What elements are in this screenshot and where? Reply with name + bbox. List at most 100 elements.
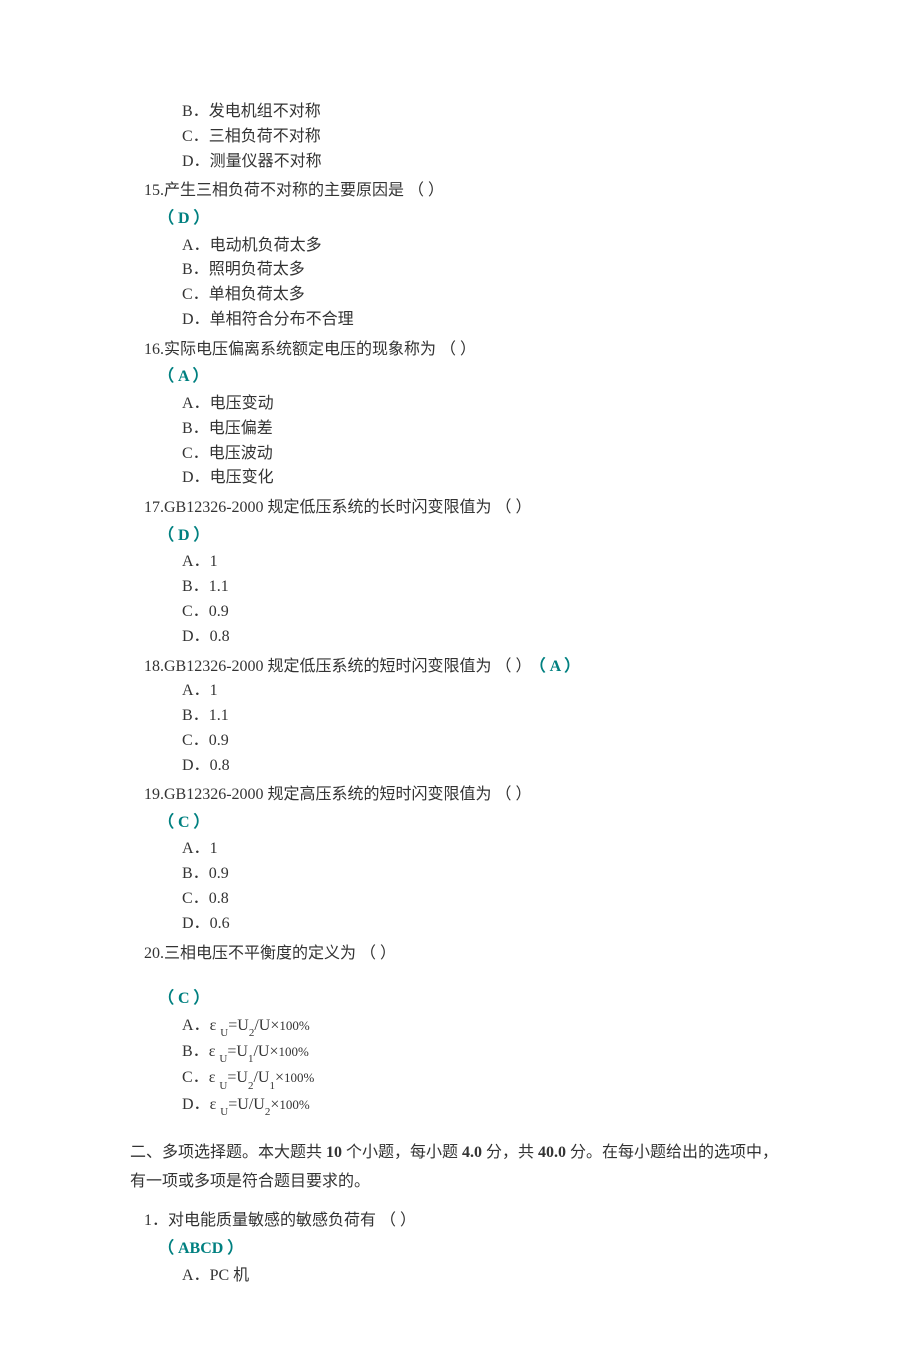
- question-number: 20.: [144, 945, 164, 962]
- option-text: ε U=U/U2×100%: [210, 1096, 310, 1113]
- options-list: A．ε U=U2/U×100% B．ε U=U1/U×100% C．ε U=U2…: [130, 1014, 790, 1119]
- section-pts: 4.0: [462, 1144, 482, 1161]
- question-stem-line: 17.GB12326-2000 规定低压系统的长时闪变限值为 （ ）: [130, 495, 790, 521]
- option-b: B．发电机组不对称: [182, 100, 790, 125]
- answer-line: （ D ）: [130, 523, 790, 549]
- option-c: C．电压波动: [182, 442, 790, 467]
- option-text: PC 机: [210, 1267, 250, 1284]
- option-text: 1: [210, 553, 218, 570]
- option-label: C．: [182, 445, 209, 462]
- option-d: D．电压变化: [182, 466, 790, 491]
- option-label: B．: [182, 1043, 209, 1060]
- option-label: D．: [182, 757, 210, 774]
- multi-question-1: 1．对电能质量敏感的敏感负荷有 （ ） （ ABCD ） A．PC 机: [130, 1208, 790, 1288]
- option-c: C．三相负荷不对称: [182, 125, 790, 150]
- option-label: B．: [182, 103, 209, 120]
- question-stem: 实际电压偏离系统额定电压的现象称为 （ ）: [164, 341, 476, 358]
- question-14-partial: B．发电机组不对称 C．三相负荷不对称 D．测量仪器不对称: [130, 100, 790, 174]
- options-list: A．PC 机: [130, 1264, 790, 1289]
- option-text: 电压变化: [210, 469, 274, 486]
- option-d: D．0.8: [182, 625, 790, 650]
- answer-text: （ ABCD ）: [158, 1240, 243, 1257]
- question-stem-line: 15.产生三相负荷不对称的主要原因是 （ ）: [130, 178, 790, 204]
- question-stem-line: 20.三相电压不平衡度的定义为 （ ）: [130, 941, 790, 967]
- option-label: C．: [182, 890, 209, 907]
- question-number: 17.: [144, 499, 164, 516]
- question-15: 15.产生三相负荷不对称的主要原因是 （ ） （ D ） A．电动机负荷太多 B…: [130, 178, 790, 332]
- option-label: B．: [182, 578, 209, 595]
- option-b: B．ε U=U1/U×100%: [182, 1040, 790, 1066]
- option-label: D．: [182, 153, 210, 170]
- option-a: A．电动机负荷太多: [182, 234, 790, 259]
- answer-line: （ D ）: [130, 206, 790, 232]
- option-text: 0.9: [209, 732, 229, 749]
- option-c: C．0.9: [182, 729, 790, 754]
- options-list: A．1 B．1.1 C．0.9 D．0.8: [130, 679, 790, 778]
- option-text: ε U=U1/U×100%: [209, 1043, 309, 1060]
- options-list: A．电压变动 B．电压偏差 C．电压波动 D．电压变化: [130, 392, 790, 491]
- option-d: D．0.6: [182, 912, 790, 937]
- answer-text: （ C ）: [158, 990, 210, 1007]
- option-label: A．: [182, 237, 210, 254]
- option-label: B．: [182, 261, 209, 278]
- question-16: 16.实际电压偏离系统额定电压的现象称为 （ ） （ A ） A．电压变动 B．…: [130, 337, 790, 491]
- option-text: 发电机组不对称: [209, 103, 321, 120]
- option-text: 测量仪器不对称: [210, 153, 322, 170]
- spacer: [130, 966, 790, 984]
- answer-line: （ C ）: [130, 810, 790, 836]
- answer-text: （ D ）: [158, 527, 210, 544]
- question-stem: 产生三相负荷不对称的主要原因是 （ ）: [164, 182, 444, 199]
- option-label: B．: [182, 420, 209, 437]
- option-a: A．1: [182, 679, 790, 704]
- option-a: A．ε U=U2/U×100%: [182, 1014, 790, 1040]
- option-d: D．单相符合分布不合理: [182, 308, 790, 333]
- option-text: 电压变动: [210, 395, 274, 412]
- question-stem: 对电能质量敏感的敏感负荷有 （ ）: [168, 1212, 416, 1229]
- section-text: 二、多项选择题。本大题共: [130, 1144, 326, 1161]
- question-stem-line: 16.实际电压偏离系统额定电压的现象称为 （ ）: [130, 337, 790, 363]
- answer-text: （ A ）: [158, 368, 209, 385]
- option-text: 1.1: [209, 707, 229, 724]
- option-b: B．0.9: [182, 862, 790, 887]
- option-label: C．: [182, 1069, 209, 1086]
- option-text: 1.1: [209, 578, 229, 595]
- option-c: C．0.9: [182, 600, 790, 625]
- option-label: D．: [182, 1096, 210, 1113]
- option-label: A．: [182, 553, 210, 570]
- option-text: 0.9: [209, 603, 229, 620]
- option-label: D．: [182, 311, 210, 328]
- question-20: 20.三相电压不平衡度的定义为 （ ） （ C ） A．ε U=U2/U×100…: [130, 941, 790, 1119]
- question-number: 1．: [144, 1212, 168, 1229]
- option-text: 0.8: [210, 628, 230, 645]
- option-label: D．: [182, 915, 210, 932]
- section-total: 40.0: [538, 1144, 566, 1161]
- answer-text: （ A ）: [538, 658, 581, 675]
- answer-line: （ A ）: [130, 364, 790, 390]
- option-c: C．单相负荷太多: [182, 283, 790, 308]
- question-17: 17.GB12326-2000 规定低压系统的长时闪变限值为 （ ） （ D ）…: [130, 495, 790, 649]
- option-c: C．0.8: [182, 887, 790, 912]
- option-label: C．: [182, 128, 209, 145]
- question-number: 16.: [144, 341, 164, 358]
- option-label: C．: [182, 286, 209, 303]
- section-count: 10: [326, 1144, 342, 1161]
- options-list: A．1 B．0.9 C．0.8 D．0.6: [130, 837, 790, 936]
- option-label: A．: [182, 1267, 210, 1284]
- option-label: C．: [182, 732, 209, 749]
- option-b: B．电压偏差: [182, 417, 790, 442]
- section-text: 个小题，每小题: [342, 1144, 462, 1161]
- option-b: B．1.1: [182, 575, 790, 600]
- option-text: 电压偏差: [209, 420, 273, 437]
- option-text: 0.9: [209, 865, 229, 882]
- answer-line: （ ABCD ）: [130, 1236, 790, 1262]
- option-c: C．ε U=U2/U1×100%: [182, 1066, 790, 1092]
- option-d: D．0.8: [182, 754, 790, 779]
- option-label: A．: [182, 1017, 210, 1034]
- option-label: A．: [182, 682, 210, 699]
- options-list: A．电动机负荷太多 B．照明负荷太多 C．单相负荷太多 D．单相符合分布不合理: [130, 234, 790, 333]
- options-list: A．1 B．1.1 C．0.9 D．0.8: [130, 550, 790, 649]
- option-a: A．电压变动: [182, 392, 790, 417]
- question-stem: 三相电压不平衡度的定义为 （ ）: [164, 945, 396, 962]
- option-label: D．: [182, 628, 210, 645]
- option-text: 0.6: [210, 915, 230, 932]
